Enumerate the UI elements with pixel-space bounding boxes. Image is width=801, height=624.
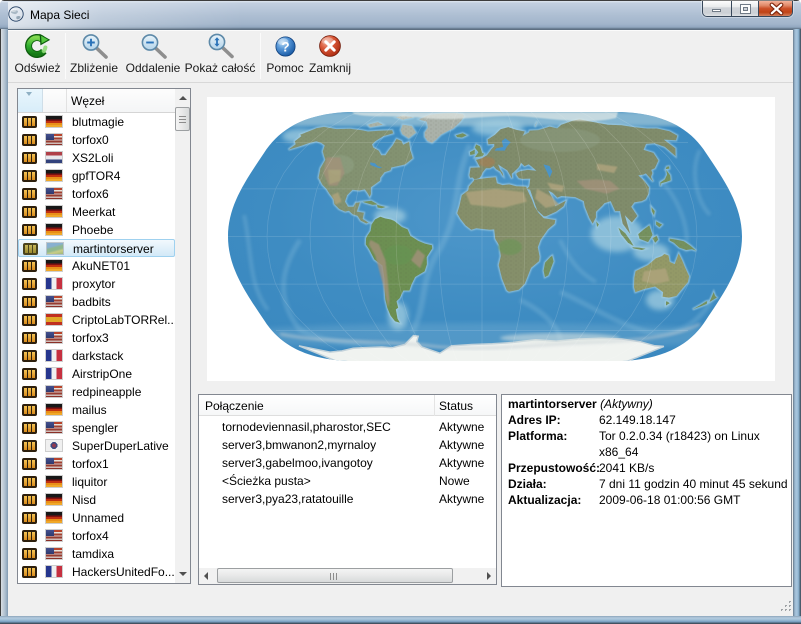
svg-text:?: ? [281,39,289,54]
